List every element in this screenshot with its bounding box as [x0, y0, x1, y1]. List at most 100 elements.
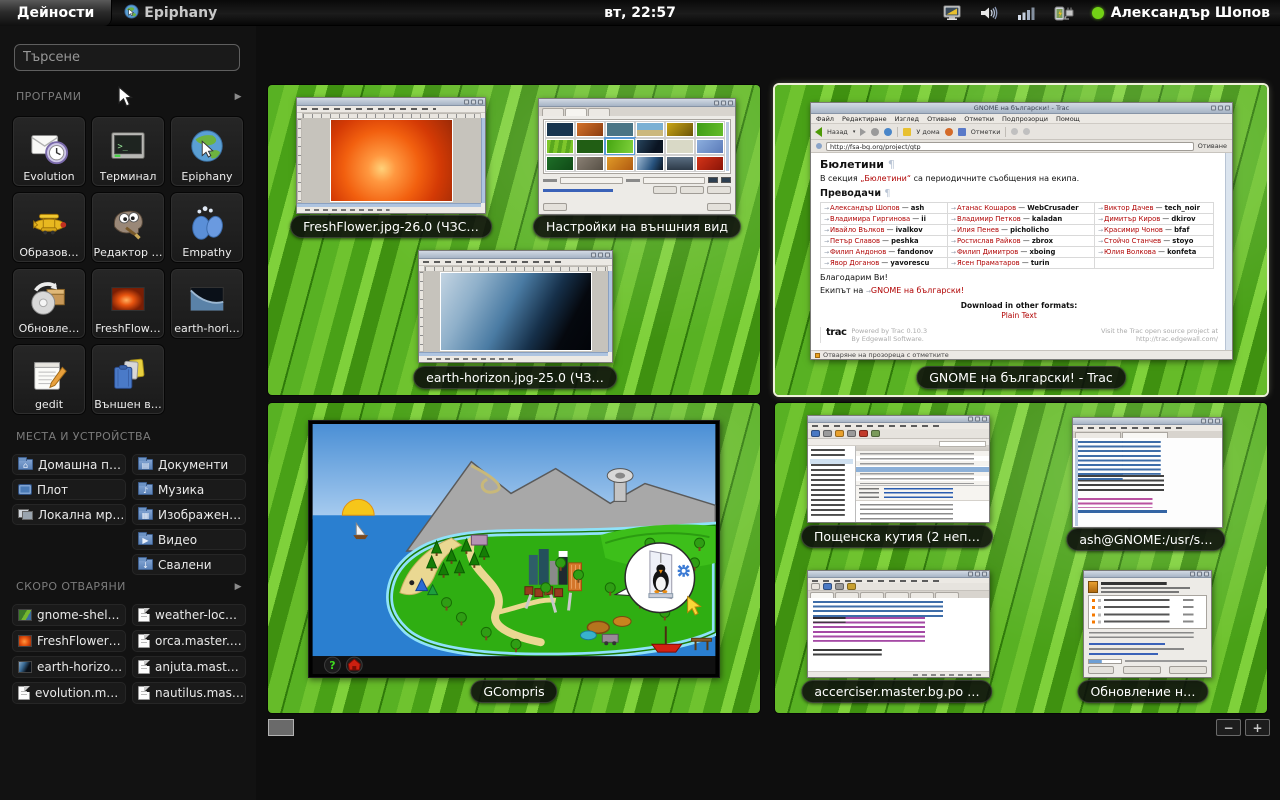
message-headers — [856, 486, 989, 501]
music-folder-icon — [138, 484, 153, 495]
zoom-in-icon — [1011, 128, 1018, 135]
focused-app-menu[interactable]: Epiphany — [124, 0, 217, 26]
app-tile-gcompris[interactable]: Образов… — [12, 192, 86, 263]
recent-item[interactable]: orca.master.… — [132, 630, 246, 652]
translator-cell: →Виктор Дачев — tech_noir — [1095, 203, 1214, 214]
image-freshflower-icon — [107, 278, 149, 320]
downloads-folder-icon — [138, 559, 153, 570]
display-icon[interactable] — [942, 5, 962, 21]
app-tile-evolution[interactable]: Evolution — [12, 116, 86, 187]
recent-item[interactable]: evolution.m… — [12, 682, 126, 704]
window-gcompris[interactable]: ? — [308, 420, 720, 678]
workspace-1[interactable]: FreshFlower.jpg-26.0 (ЧЗС… Настройки на … — [268, 85, 760, 395]
install-button — [1169, 666, 1207, 674]
place-item-downloads[interactable]: Свалени — [132, 554, 246, 575]
workspace-3[interactable]: ? GCompris — [268, 403, 760, 713]
place-item-documents[interactable]: Документи — [132, 454, 246, 475]
wallpaper-thumb — [606, 156, 634, 171]
app-tile-software-update[interactable]: Обновле… — [12, 268, 86, 339]
place-label: Изображен… — [158, 508, 241, 522]
app-tile-terminal[interactable]: >_ Терминал — [91, 116, 165, 187]
programs-title: ПРОГРАМИ — [16, 90, 81, 103]
place-item-pictures[interactable]: Изображен… — [132, 504, 246, 525]
recent-item[interactable]: anjuta.mast… — [132, 656, 246, 678]
activities-button[interactable]: Дейности — [0, 0, 112, 26]
place-item-desktop[interactable]: Плот — [12, 479, 126, 500]
place-item-home[interactable]: Домашна п… — [12, 454, 126, 475]
user-status-dot — [1092, 7, 1104, 19]
tab-bar — [539, 107, 735, 116]
window-titlebar — [1084, 571, 1211, 578]
tab-bar — [808, 591, 989, 598]
recent-section-header[interactable]: СКОРО ОТВАРЯНИ ▶ — [16, 580, 242, 593]
recent-item[interactable]: earth-horizo… — [12, 656, 126, 678]
terminal-icon: >_ — [107, 126, 149, 168]
window-label: Настройки на външния вид — [533, 215, 741, 238]
workspace-indicator[interactable] — [268, 719, 294, 736]
window-titlebar — [539, 99, 735, 107]
bulletins-link: „Бюлетини“ — [860, 174, 911, 183]
window-freshflower-gimp[interactable] — [296, 97, 486, 214]
workspace-4[interactable]: Пощенска кутия (2 неп… ash@GNOME:/usr/s…… — [775, 403, 1267, 713]
translators-heading: Преводачи — [820, 188, 881, 199]
window-title-text: GNOME на български! - Trac — [974, 104, 1069, 112]
home-icon — [903, 128, 911, 136]
recent-label: FreshFlower… — [37, 634, 121, 648]
expander-arrow-icon[interactable]: ▶ — [235, 92, 242, 102]
message-list-pane — [856, 446, 989, 486]
app-tile-freshflower-image[interactable]: FreshFlow… — [91, 268, 165, 339]
flower-thumb-icon — [18, 635, 32, 647]
translator-cell: →Филип Димитров — xboing — [947, 247, 1094, 258]
battery-icon[interactable] — [1053, 5, 1075, 21]
workspace-2-active[interactable]: GNOME на български! - Trac Файл Редактир… — [775, 85, 1267, 395]
app-tile-gedit[interactable]: gedit — [12, 344, 86, 415]
recent-item[interactable]: gnome-shel… — [12, 604, 126, 626]
recent-item[interactable]: FreshFlower… — [12, 630, 126, 652]
translator-cell: →Владимир Петков — kaladan — [947, 214, 1094, 225]
expander-arrow-icon[interactable]: ▶ — [235, 582, 242, 592]
search-input[interactable] — [14, 44, 240, 71]
translators-table: →Александър Шопов — ash→Атанас Кошаров —… — [820, 202, 1214, 269]
window-label: Пощенска кутия (2 неп… — [801, 525, 993, 548]
image-canvas — [302, 118, 481, 203]
image-earth-icon — [186, 278, 228, 320]
network-icon — [18, 509, 33, 520]
app-tile-earth-image[interactable]: earth-hori… — [170, 268, 244, 339]
window-titlebar — [297, 98, 485, 106]
plain-text-link: Plain Text — [820, 311, 1218, 320]
translator-cell: →Юлия Волкова — konfeta — [1095, 247, 1214, 258]
earth-thumb-icon — [18, 661, 32, 673]
home-label: У дома — [916, 128, 939, 136]
place-item-network[interactable]: Локална мр… — [12, 504, 126, 525]
menu-item: Редактиране — [842, 115, 887, 123]
recent-item[interactable]: weather-loc… — [132, 604, 246, 626]
window-appearance-preferences[interactable] — [538, 98, 736, 215]
place-label: Документи — [158, 458, 228, 472]
window-earth-horizon-gimp[interactable] — [418, 250, 613, 363]
app-tile-gimp[interactable]: Редактор … — [91, 192, 165, 263]
app-tile-appearance[interactable]: Външен в… — [91, 344, 165, 415]
app-tile-empathy[interactable]: Empathy — [170, 192, 244, 263]
place-item-videos[interactable]: Видео — [132, 529, 246, 550]
overview-sidebar: ПРОГРАМИ ▶ Evolution >_ Терминал Epiphan… — [0, 26, 256, 800]
site-icon — [816, 143, 822, 149]
window-titlebar: GNOME на български! - Trac — [811, 103, 1232, 114]
user-menu[interactable]: Александър Шопов — [1092, 5, 1270, 21]
app-label: earth-hori… — [174, 322, 240, 335]
volume-icon[interactable] — [979, 5, 999, 21]
add-workspace-button[interactable]: + — [1245, 719, 1270, 736]
clock[interactable]: вт, 22:57 — [604, 0, 676, 26]
window-gedit-po-file[interactable] — [807, 570, 990, 678]
window-epiphany-trac[interactable]: GNOME на български! - Trac Файл Редактир… — [810, 102, 1233, 360]
recent-item[interactable]: nautilus.mas… — [132, 682, 246, 704]
app-label: Обновле… — [19, 322, 80, 335]
window-evolution-mail[interactable] — [807, 415, 990, 523]
remove-workspace-button[interactable]: − — [1216, 719, 1241, 736]
menu-bar — [419, 259, 612, 266]
app-tile-epiphany[interactable]: Epiphany — [170, 116, 244, 187]
window-update-manager[interactable] — [1083, 570, 1212, 678]
window-terminal[interactable] — [1072, 417, 1223, 528]
network-signal-icon[interactable] — [1016, 5, 1036, 21]
place-item-music[interactable]: Музика — [132, 479, 246, 500]
scrollbar — [481, 118, 485, 203]
